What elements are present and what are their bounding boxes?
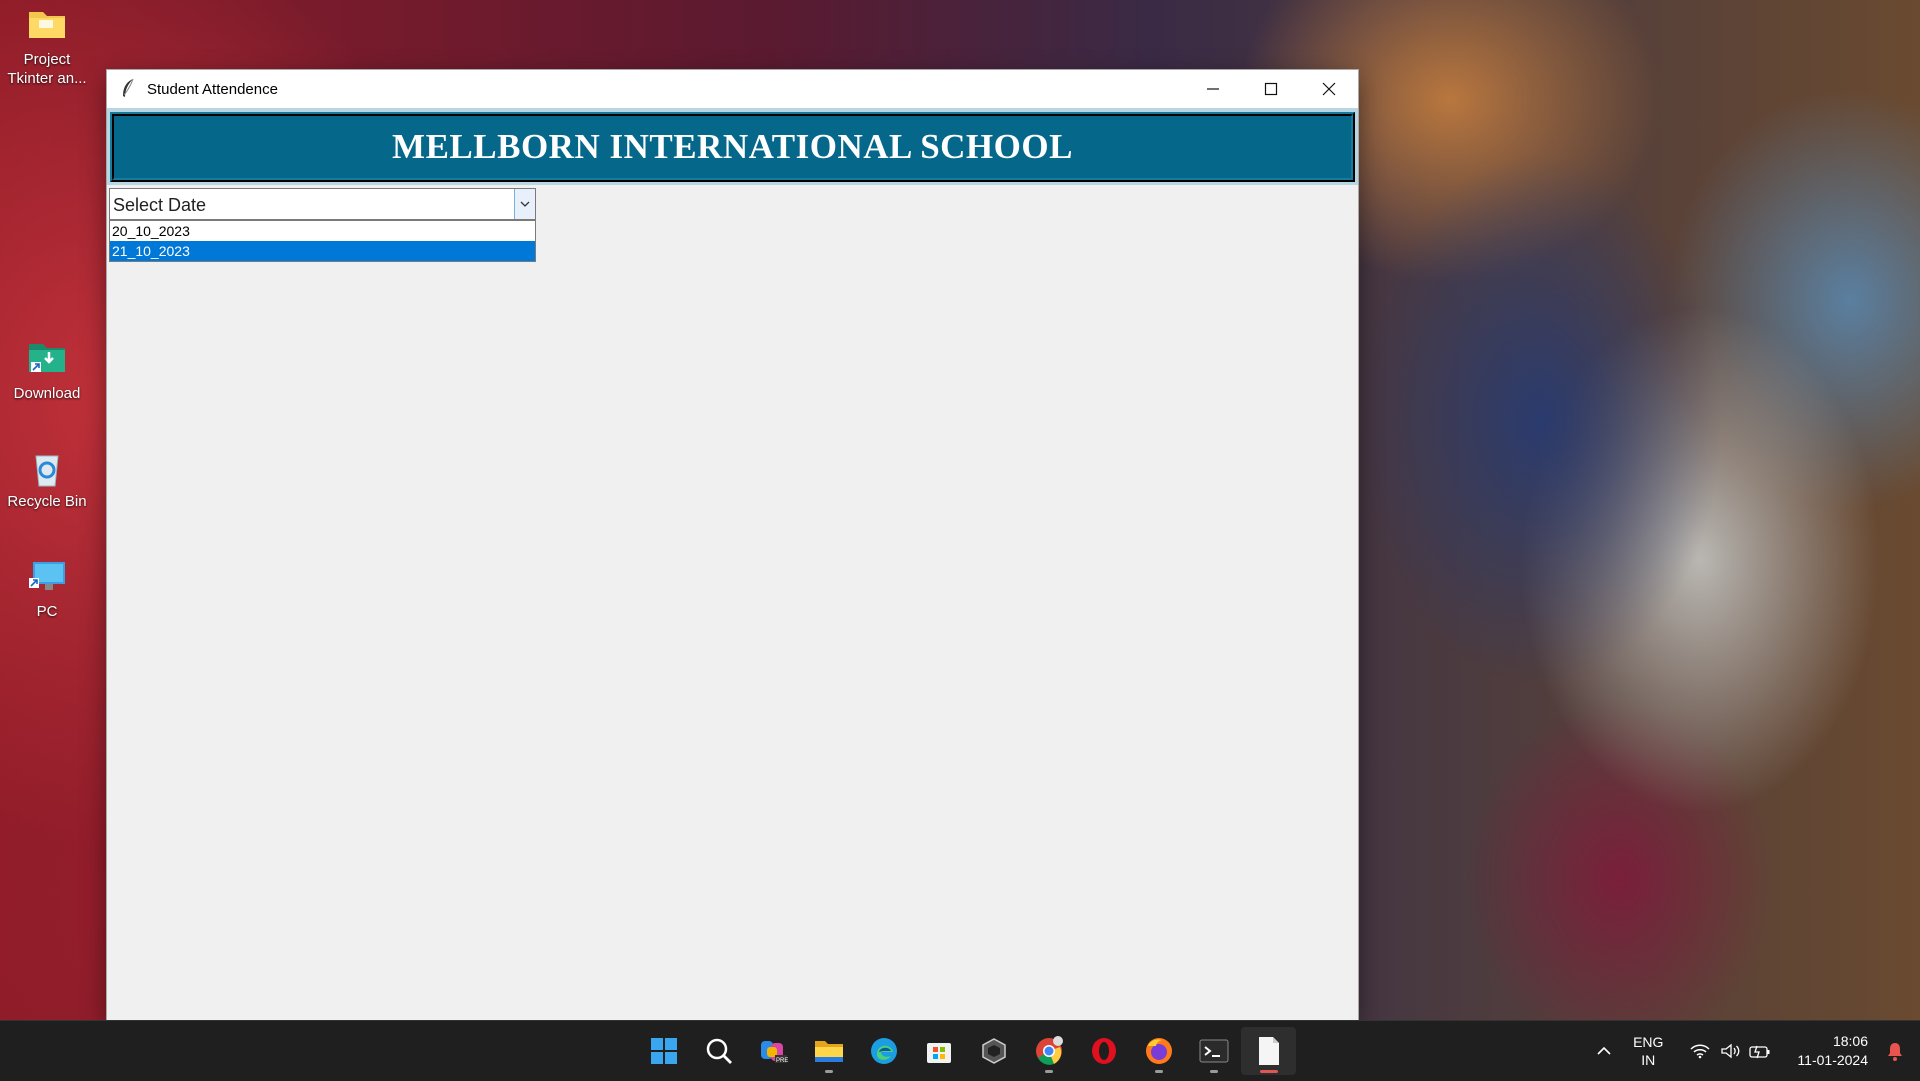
desktop-icon-download[interactable]: Download bbox=[6, 340, 88, 403]
title-bar[interactable]: Student Attendence bbox=[107, 70, 1358, 108]
taskbar-copilot[interactable]: PRE bbox=[746, 1027, 801, 1075]
date-dropdown-list: 20_10_2023 21_10_2023 bbox=[109, 220, 536, 262]
tkinter-feather-icon bbox=[123, 78, 134, 97]
taskbar-store[interactable] bbox=[911, 1027, 966, 1075]
recycle-bin-icon bbox=[27, 448, 67, 488]
taskbar-start[interactable] bbox=[636, 1027, 691, 1075]
desktop-icon-pc[interactable]: PC bbox=[6, 558, 88, 621]
wifi-button[interactable] bbox=[1685, 1043, 1715, 1059]
window-title: Student Attendence bbox=[147, 80, 278, 98]
chevron-down-icon bbox=[520, 201, 530, 207]
close-button[interactable] bbox=[1300, 70, 1358, 108]
folder-icon bbox=[27, 6, 67, 46]
language-code: ENG bbox=[1633, 1034, 1664, 1050]
dropdown-option-21-10-2023[interactable]: 21_10_2023 bbox=[110, 241, 535, 261]
terminal-icon bbox=[1199, 1039, 1228, 1063]
close-icon bbox=[1322, 82, 1336, 96]
desktop-icon-project-folder[interactable]: Project Tkinter an... bbox=[6, 6, 88, 88]
clock-time: 18:06 bbox=[1832, 1033, 1868, 1049]
taskbar-firefox[interactable] bbox=[1131, 1027, 1186, 1075]
taskbar-search[interactable] bbox=[691, 1027, 746, 1075]
desktop-icon-label: Download bbox=[13, 385, 81, 402]
maximize-button[interactable] bbox=[1242, 70, 1300, 108]
download-folder-icon bbox=[27, 340, 67, 380]
desktop-icon-label: PC bbox=[36, 603, 58, 620]
system-tray: ENG IN 18:06 11-01-2024 bbox=[1589, 1021, 1920, 1081]
desktop-icon-label: Project Tkinter an... bbox=[7, 51, 87, 87]
clock-date: 11-01-2024 bbox=[1797, 1052, 1868, 1068]
minimize-icon bbox=[1207, 88, 1219, 90]
taskbar-edge[interactable] bbox=[856, 1027, 911, 1075]
banner-container: MELLBORN INTERNATIONAL SCHOOL bbox=[107, 108, 1358, 185]
language-indicator[interactable]: ENG IN bbox=[1633, 1033, 1663, 1069]
edge-icon bbox=[870, 1038, 897, 1064]
opera-icon bbox=[1091, 1038, 1116, 1064]
desktop-icon-label: Recycle Bin bbox=[7, 493, 87, 510]
bell-icon bbox=[1888, 1043, 1902, 1061]
school-name-heading: MELLBORN INTERNATIONAL SCHOOL bbox=[392, 127, 1073, 166]
monitor-icon bbox=[27, 558, 67, 598]
taskbar-notepad[interactable] bbox=[1241, 1027, 1296, 1075]
taskbar-opera[interactable] bbox=[1076, 1027, 1131, 1075]
wifi-icon bbox=[1690, 1044, 1710, 1059]
taskbar-terminal[interactable] bbox=[1186, 1027, 1241, 1075]
copilot-icon: PRE bbox=[760, 1041, 788, 1064]
search-icon bbox=[706, 1038, 732, 1064]
store-icon bbox=[926, 1043, 951, 1063]
volume-button[interactable] bbox=[1715, 1043, 1745, 1059]
desktop-icon-recycle-bin[interactable]: Recycle Bin bbox=[6, 448, 88, 511]
school-banner: MELLBORN INTERNATIONAL SCHOOL bbox=[110, 112, 1355, 182]
date-combobox[interactable]: Select Date bbox=[109, 188, 536, 220]
notifications-button[interactable] bbox=[1880, 1041, 1910, 1061]
start-icon bbox=[650, 1038, 677, 1064]
combobox-dropdown-button[interactable] bbox=[514, 189, 535, 219]
combobox-value: Select Date bbox=[113, 195, 207, 215]
chrome-icon bbox=[1035, 1036, 1063, 1065]
taskbar: PRE ENG IN 18:06 11-01-2024 bbox=[0, 1020, 1920, 1081]
battery-button[interactable] bbox=[1745, 1043, 1775, 1059]
minimize-button[interactable] bbox=[1184, 70, 1242, 108]
student-attendance-window: Student Attendence MELLBORN INTERNATIONA… bbox=[107, 70, 1358, 1020]
unity-icon bbox=[981, 1038, 1006, 1064]
taskbar-unity[interactable] bbox=[966, 1027, 1021, 1075]
taskbar-chrome[interactable] bbox=[1021, 1027, 1076, 1075]
maximize-icon bbox=[1264, 82, 1278, 96]
dropdown-option-20-10-2023[interactable]: 20_10_2023 bbox=[110, 221, 535, 241]
taskbar-file-explorer[interactable] bbox=[801, 1027, 856, 1075]
chevron-up-icon bbox=[1597, 1046, 1611, 1055]
volume-icon bbox=[1721, 1043, 1740, 1059]
file-explorer-icon bbox=[814, 1041, 843, 1062]
show-hidden-icons-button[interactable] bbox=[1589, 1046, 1619, 1056]
firefox-icon bbox=[1145, 1038, 1172, 1064]
notepad-icon bbox=[1258, 1037, 1279, 1065]
battery-icon bbox=[1749, 1045, 1770, 1059]
region-code: IN bbox=[1641, 1052, 1656, 1068]
svg-text:PRE: PRE bbox=[776, 1058, 788, 1064]
clock[interactable]: 18:06 11-01-2024 bbox=[1797, 1032, 1868, 1070]
